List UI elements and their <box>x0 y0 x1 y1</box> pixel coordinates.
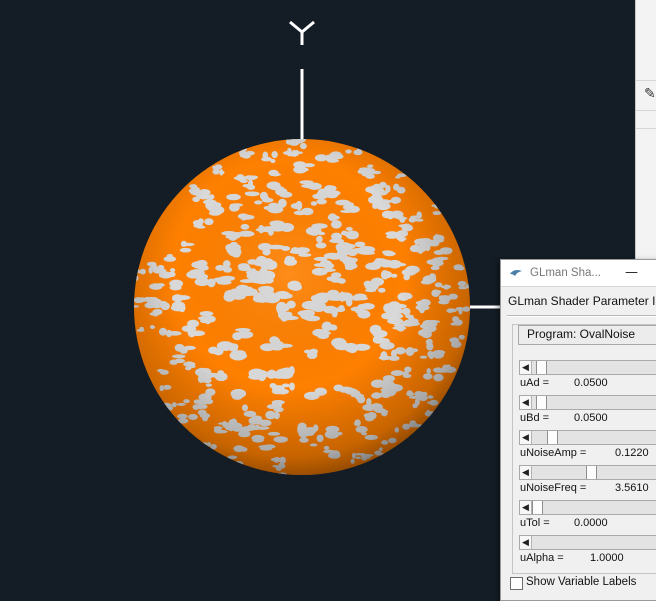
program-button[interactable]: Program: OvalNoise <box>518 325 656 345</box>
param-name: uTol = <box>520 517 550 529</box>
window-title: GLman Sha... <box>530 267 601 279</box>
noise-spot <box>288 139 298 140</box>
header-divider <box>507 315 656 317</box>
param-name: uAlpha = <box>520 552 564 564</box>
slider-uNoiseFreq[interactable]: ◀ <box>519 465 656 480</box>
noise-spot <box>469 287 470 293</box>
y-axis-label-icon <box>289 20 315 45</box>
slider-left-arrow-icon[interactable]: ◀ <box>522 397 529 409</box>
noise-spot <box>134 300 135 304</box>
slider-left-arrow-icon[interactable]: ◀ <box>522 432 529 444</box>
param-value: 0.0000 <box>574 517 608 529</box>
slider-uAd[interactable]: ◀ <box>519 360 656 375</box>
slider-left-arrow-icon[interactable]: ◀ <box>522 502 529 514</box>
background-window-edge: ✎ <box>635 0 656 260</box>
slider-thumb[interactable] <box>536 396 547 409</box>
pen-icon[interactable]: ✎ <box>644 86 656 102</box>
slider-left-arrow-icon[interactable]: ◀ <box>522 362 529 374</box>
slider-thumb[interactable] <box>547 431 558 444</box>
param-name: uBd = <box>520 412 550 424</box>
panel-header: GLman Shader Parameter I <box>508 294 656 308</box>
param-name: uNoiseFreq = <box>520 482 587 494</box>
slider-thumb[interactable] <box>586 466 597 479</box>
shader-parameter-window: GLman Sha... — GLman Shader Parameter I … <box>500 259 656 601</box>
show-variable-labels-label[interactable]: Show Variable Labels <box>526 576 636 588</box>
glman-app-icon <box>510 270 522 276</box>
param-value: 1.0000 <box>590 552 624 564</box>
param-name: uNoiseAmp = <box>520 447 587 459</box>
sphere-shading <box>134 139 470 475</box>
param-value: 0.1220 <box>615 447 649 459</box>
slider-uTol[interactable]: ◀ <box>519 500 656 515</box>
slider-left-arrow-icon[interactable]: ◀ <box>522 537 529 549</box>
title-bar[interactable]: GLman Sha... — <box>501 260 656 287</box>
slider-thumb[interactable] <box>532 501 543 514</box>
program-label: Program: OvalNoise <box>527 327 636 341</box>
param-name: uAd = <box>520 377 550 389</box>
param-value: 3.5610 <box>615 482 649 494</box>
slider-uBd[interactable]: ◀ <box>519 395 656 410</box>
minimize-icon[interactable]: — <box>625 265 638 280</box>
checkbox-icon[interactable] <box>510 577 523 590</box>
slider-uAlpha[interactable]: ◀ <box>519 535 656 550</box>
noise-spot <box>405 173 412 176</box>
param-value: 0.0500 <box>574 377 608 389</box>
slider-uNoiseAmp[interactable]: ◀ <box>519 430 656 445</box>
slider-thumb[interactable] <box>536 361 547 374</box>
param-value: 0.0500 <box>574 412 608 424</box>
slider-left-arrow-icon[interactable]: ◀ <box>522 467 529 479</box>
